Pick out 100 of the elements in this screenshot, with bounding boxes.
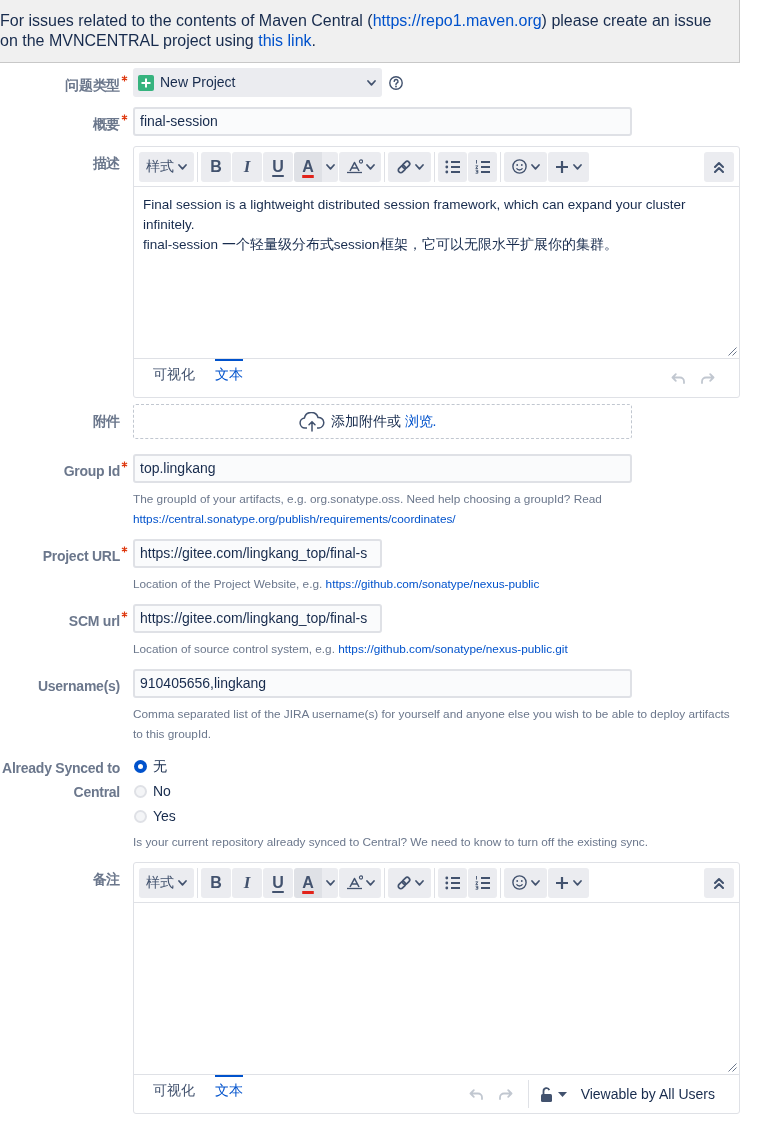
notice-link[interactable]: this link (258, 32, 312, 49)
field-label: 描述 (92, 155, 120, 171)
chevron-down-icon (178, 879, 187, 886)
issue-type-select[interactable]: New Project (133, 68, 382, 97)
help-icon[interactable] (389, 75, 403, 90)
help-link[interactable]: https://github.com/sonatype/nexus-public.git (338, 642, 568, 656)
insert-dropdown[interactable] (548, 151, 589, 182)
field-label: 问题类型 (65, 77, 120, 93)
editor-tab[interactable]: 文本 (215, 1075, 243, 1100)
text-color-button[interactable]: A (294, 867, 322, 898)
editor-tab[interactable]: 可视化 (153, 359, 195, 384)
radio-option[interactable]: No (134, 779, 171, 804)
help-text: Is your current repository already synced to Central? We need to know to turn off the existing sync. (133, 834, 649, 851)
help-text: Location of the Project Website, e.g. https://github.com/sonatype/nexus-public (133, 576, 541, 593)
smiley-icon (511, 159, 527, 174)
smiley-icon (511, 875, 527, 890)
clear-format-icon (345, 159, 363, 174)
emoji-dropdown[interactable] (504, 867, 547, 898)
field-label: Already Synced to Central (2, 760, 120, 800)
radio-option[interactable]: Yes (134, 804, 176, 829)
browse-link[interactable]: 浏览. (404, 413, 437, 429)
editor-text: Final session is a lightweight distributed session framework, which can expand your cluster infinitely. (143, 196, 687, 234)
link-dropdown[interactable] (388, 151, 431, 182)
help-text: Comma separated list of the JIRA username(s) for yourself and anyone else you wish to be able to deploy artifacts to this groupId. (133, 706, 731, 743)
bullet-list-button[interactable] (438, 867, 467, 898)
text-color-dropdown[interactable] (322, 151, 338, 182)
chevron-down-icon (367, 79, 376, 86)
link-dropdown[interactable] (388, 867, 431, 898)
editor-tab[interactable]: 文本 (215, 359, 243, 384)
link-icon (395, 158, 412, 175)
numbered-list-button[interactable] (468, 867, 497, 898)
chevron-down-icon (573, 163, 582, 170)
link-icon (395, 874, 412, 891)
underline-button[interactable]: U (263, 151, 293, 182)
numbered-list-button[interactable] (468, 151, 497, 182)
bold-button[interactable]: B (201, 867, 231, 898)
padlock-icon (539, 1086, 553, 1102)
bullet-list-button[interactable] (438, 151, 467, 182)
text-style-dropdown[interactable]: 样式 (139, 867, 194, 898)
text-color-dropdown[interactable] (322, 867, 338, 898)
notice-text: For issues related to the contents of Maven Central (https://repo1.maven.org) please create an issue on the MVNCENTRAL project using this link. (0, 11, 713, 51)
bullet-list-icon (445, 875, 460, 890)
chevron-down-icon (365, 879, 375, 886)
caret-down-icon (557, 1091, 567, 1097)
underline-button[interactable]: U (263, 867, 293, 898)
chevron-down-icon (365, 163, 375, 170)
text-field[interactable]: https://gitee.com/lingkang_top/final-s (133, 539, 382, 568)
plus-icon (555, 875, 569, 890)
help-text: The groupId of your artifacts, e.g. org.sonatype.oss. Need help choosing a groupId? Read https://central.sonatype.org/publish/requirements/coordinates/ (133, 491, 603, 528)
chevron-down-icon (325, 163, 335, 170)
collapse-toolbar-button[interactable] (704, 151, 734, 182)
bold-button[interactable]: B (201, 151, 231, 182)
text-field[interactable]: final-session (133, 107, 632, 136)
collapse-toolbar-button[interactable] (704, 867, 734, 898)
numbered-list-icon (475, 875, 490, 890)
text-color-button[interactable]: A (294, 151, 322, 182)
chevron-down-icon (573, 879, 582, 886)
clear-format-icon (345, 875, 363, 890)
help-link[interactable]: https://github.com/sonatype/nexus-public (325, 577, 540, 591)
numbered-list-icon (475, 159, 490, 174)
chevron-down-icon (325, 879, 335, 886)
help-text: Location of source control system, e.g. https://github.com/sonatype/nexus-public.git (133, 641, 569, 658)
field-label: 附件 (92, 413, 120, 429)
plus-square-icon (138, 74, 154, 91)
field-label: Project URL (42, 548, 120, 564)
chevron-down-icon (414, 879, 424, 886)
chevron-down-icon (530, 163, 540, 170)
clear-format-dropdown[interactable] (339, 151, 381, 182)
text-style-dropdown[interactable]: 样式 (139, 151, 194, 182)
insert-dropdown[interactable] (548, 867, 589, 898)
text-field[interactable]: 910405656,lingkang (133, 669, 632, 698)
cloud-upload-icon (298, 411, 325, 432)
text-field[interactable]: https://gitee.com/lingkang_top/final-s (133, 604, 382, 633)
text-field[interactable]: top.lingkang (133, 454, 632, 483)
italic-button[interactable]: I (232, 151, 262, 182)
double-chevron-up-icon (713, 160, 725, 173)
clear-format-dropdown[interactable] (339, 867, 381, 898)
emoji-dropdown[interactable] (504, 151, 547, 182)
radio-option[interactable]: 无 (134, 754, 167, 779)
field-label: 概要 (92, 116, 120, 132)
editor-text: final-session 一个轻量级分布式session框架，它可以无限水平扩展你的集群。 (143, 236, 619, 254)
editor-text-area[interactable]: Final session is a lightweight distributed session framework, which can expand your cluster infinitely. final-session 一个轻量级分布式session框架，它可以无限水平扩展你的集群。 (134, 187, 739, 359)
field-label: Group Id (63, 463, 120, 479)
resize-grip-icon[interactable] (728, 1063, 737, 1072)
field-label: Username(s) (37, 678, 120, 694)
security-level-button[interactable] (539, 1086, 567, 1102)
chevron-down-icon (178, 163, 187, 170)
visibility-label: Viewable by All Users (580, 1084, 715, 1104)
bullet-list-icon (445, 159, 460, 174)
resize-grip-icon[interactable] (728, 347, 737, 356)
field-label: SCM url (68, 613, 120, 629)
attachment-drop-zone[interactable]: 添加附件或 浏览. (133, 404, 632, 439)
plus-icon (555, 159, 569, 174)
editor-tab[interactable]: 可视化 (153, 1075, 195, 1100)
notice-link[interactable]: https://repo1.maven.org (372, 12, 542, 29)
field-label: 备注 (92, 871, 120, 887)
chevron-down-icon (414, 163, 424, 170)
italic-button[interactable]: I (232, 867, 262, 898)
help-link[interactable]: https://central.sonatype.org/publish/requirements/coordinates/ (133, 512, 456, 526)
double-chevron-up-icon (713, 876, 725, 889)
